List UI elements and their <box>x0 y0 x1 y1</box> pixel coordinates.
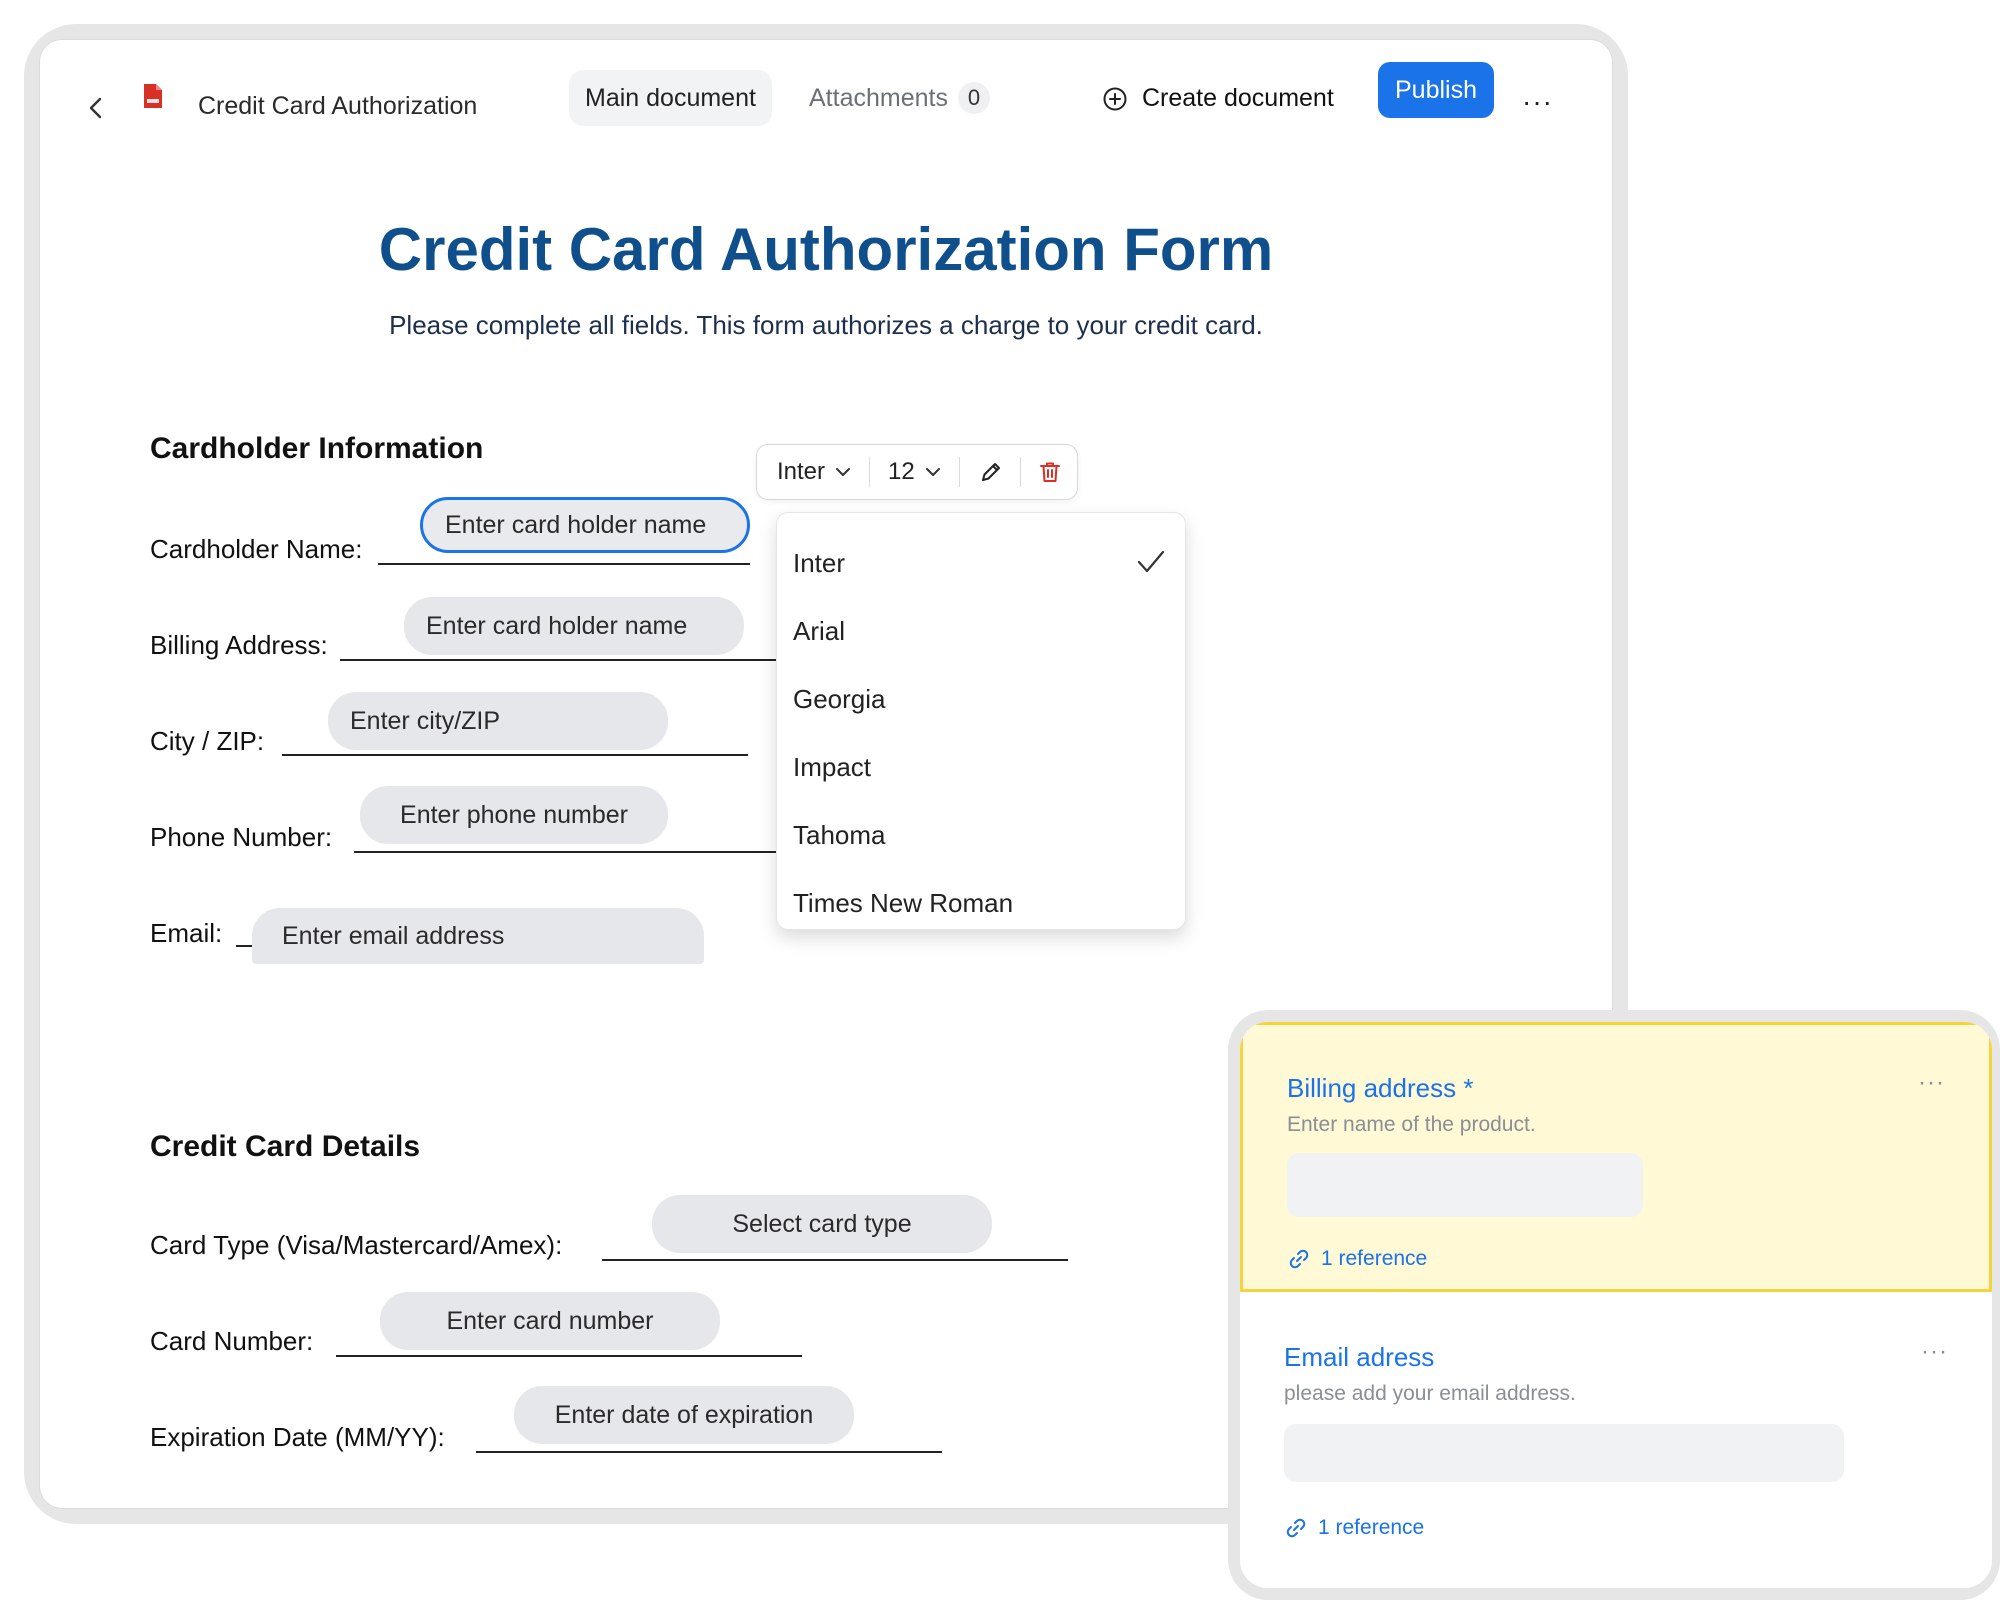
card-type-select[interactable]: Select card type <box>652 1195 992 1253</box>
font-size-dropdown[interactable]: 12 <box>888 458 941 486</box>
publish-button[interactable]: Publish <box>1378 62 1494 118</box>
more-options-button[interactable]: ··· <box>1522 86 1553 118</box>
font-option-label: Impact <box>793 751 872 782</box>
cardholder-name-field[interactable]: Enter card holder name <box>420 497 750 553</box>
field-card-reference-link[interactable]: 1 reference <box>1284 1516 1424 1540</box>
field-card-more-button[interactable]: ··· <box>1918 1069 1945 1097</box>
font-option-label: Times New Roman <box>793 887 1014 918</box>
phone-number-placeholder: Enter phone number <box>400 800 628 829</box>
link-icon <box>1286 1518 1306 1538</box>
pdf-file-icon <box>142 82 164 115</box>
expiration-date-placeholder: Enter date of expiration <box>554 1400 814 1429</box>
city-zip-field[interactable]: Enter city/ZIP <box>328 692 668 750</box>
toolbar-divider <box>869 457 871 487</box>
card-type-underline <box>602 1259 1068 1261</box>
toolbar-divider <box>1019 457 1021 487</box>
expiration-date-underline <box>476 1451 942 1453</box>
city-zip-placeholder: Enter city/ZIP <box>350 706 501 735</box>
expiration-date-field[interactable]: Enter date of expiration <box>514 1386 854 1444</box>
field-card-description: please add your email address. <box>1284 1382 1576 1405</box>
billing-address-label: Billing Address: <box>150 630 328 660</box>
font-option-times-new-roman[interactable]: Times New Roman <box>777 873 1185 933</box>
font-family-value: Inter <box>777 458 826 485</box>
city-zip-label: City / ZIP: <box>150 726 265 756</box>
cardholder-name-label: Cardholder Name: <box>150 534 363 564</box>
toolbar-divider <box>958 457 960 487</box>
field-properties-panel-frame: Billing address * ··· Enter name of the … <box>1228 1010 2000 1600</box>
tab-main-document[interactable]: Main document <box>569 70 772 126</box>
top-toolbar: Credit Card Authorization Main document … <box>40 40 1612 170</box>
field-card-input[interactable] <box>1284 1424 1844 1482</box>
card-type-label: Card Type (Visa/Mastercard/Amex): <box>150 1230 563 1260</box>
phone-number-underline <box>354 851 776 853</box>
field-card-reference-label: 1 reference <box>1321 1247 1428 1270</box>
font-option-inter[interactable]: Inter <box>777 533 1185 593</box>
font-option-georgia[interactable]: Georgia <box>777 669 1185 729</box>
tab-attachments-label: Attachments <box>809 83 948 112</box>
city-zip-underline <box>282 754 748 756</box>
font-option-label: Inter <box>793 547 846 578</box>
card-number-label: Card Number: <box>150 1326 314 1356</box>
expiration-date-label: Expiration Date (MM/YY): <box>150 1422 445 1452</box>
field-card-reference-label: 1 reference <box>1318 1516 1425 1539</box>
phone-number-field[interactable]: Enter phone number <box>360 786 668 844</box>
billing-address-underline <box>340 659 776 661</box>
delete-field-button[interactable] <box>1037 459 1063 485</box>
font-option-label: Arial <box>793 615 846 646</box>
back-button[interactable] <box>78 90 114 126</box>
field-card-title: Email adress <box>1284 1342 1435 1372</box>
cardholder-name-underline <box>378 563 750 565</box>
section-card-details-heading: Credit Card Details <box>150 1130 421 1163</box>
card-number-placeholder: Enter card number <box>446 1306 654 1335</box>
card-number-underline <box>336 1355 802 1357</box>
email-placeholder: Enter email address <box>282 921 505 950</box>
field-card-input[interactable] <box>1287 1153 1643 1217</box>
font-option-tahoma[interactable]: Tahoma <box>777 805 1185 865</box>
field-card-title: Billing address * <box>1287 1073 1474 1103</box>
font-option-impact[interactable]: Impact <box>777 737 1185 797</box>
card-number-field[interactable]: Enter card number <box>380 1292 720 1350</box>
edit-field-button[interactable] <box>978 459 1004 485</box>
font-family-dropdown[interactable]: Inter <box>777 458 851 486</box>
font-family-menu: Inter Arial Georgia Impact Tahoma Times … <box>776 512 1186 930</box>
attachments-count-badge: 0 <box>957 82 990 114</box>
cardholder-name-placeholder: Enter card holder name <box>445 510 707 539</box>
trash-icon <box>1039 462 1060 482</box>
section-cardholder-heading: Cardholder Information <box>150 432 484 465</box>
link-icon <box>1289 1249 1309 1269</box>
tab-main-document-label: Main document <box>585 83 756 112</box>
check-icon <box>1137 550 1165 573</box>
font-option-arial[interactable]: Arial <box>777 601 1185 661</box>
pencil-icon <box>981 463 1000 481</box>
chevron-down-icon <box>836 468 851 476</box>
document-title: Credit Card Authorization <box>198 92 478 120</box>
create-document-label: Create document <box>1142 84 1334 112</box>
billing-address-placeholder: Enter card holder name <box>426 611 688 640</box>
phone-number-label: Phone Number: <box>150 822 333 852</box>
form-title: Credit Card Authorization Form <box>378 216 1274 283</box>
field-card-description: Enter name of the product. <box>1287 1113 1536 1136</box>
font-size-value: 12 <box>888 458 915 485</box>
field-format-toolbar: Inter 12 <box>756 444 1078 500</box>
field-card-reference-link[interactable]: 1 reference <box>1287 1247 1427 1271</box>
create-document-button[interactable]: Create document <box>1102 84 1334 113</box>
font-option-label: Tahoma <box>793 819 886 850</box>
email-label: Email: <box>150 918 223 948</box>
field-card-more-button[interactable]: ··· <box>1921 1338 1948 1366</box>
field-card-email-address[interactable]: Email adress ··· please add your email a… <box>1240 1294 1992 1588</box>
plus-circle-icon <box>1103 87 1127 110</box>
field-card-billing-address[interactable]: Billing address * ··· Enter name of the … <box>1240 1022 1992 1292</box>
tab-attachments[interactable]: Attachments 0 <box>793 70 1006 126</box>
email-field[interactable]: Enter email address <box>252 908 704 964</box>
field-properties-panel: Billing address * ··· Enter name of the … <box>1240 1022 1992 1588</box>
card-type-placeholder: Select card type <box>732 1209 912 1238</box>
font-option-label: Georgia <box>793 683 886 714</box>
chevron-down-icon <box>925 468 940 476</box>
form-subtitle: Please complete all fields. This form au… <box>389 310 1263 340</box>
chevron-left-icon <box>89 97 102 119</box>
billing-address-field[interactable]: Enter card holder name <box>404 597 744 655</box>
